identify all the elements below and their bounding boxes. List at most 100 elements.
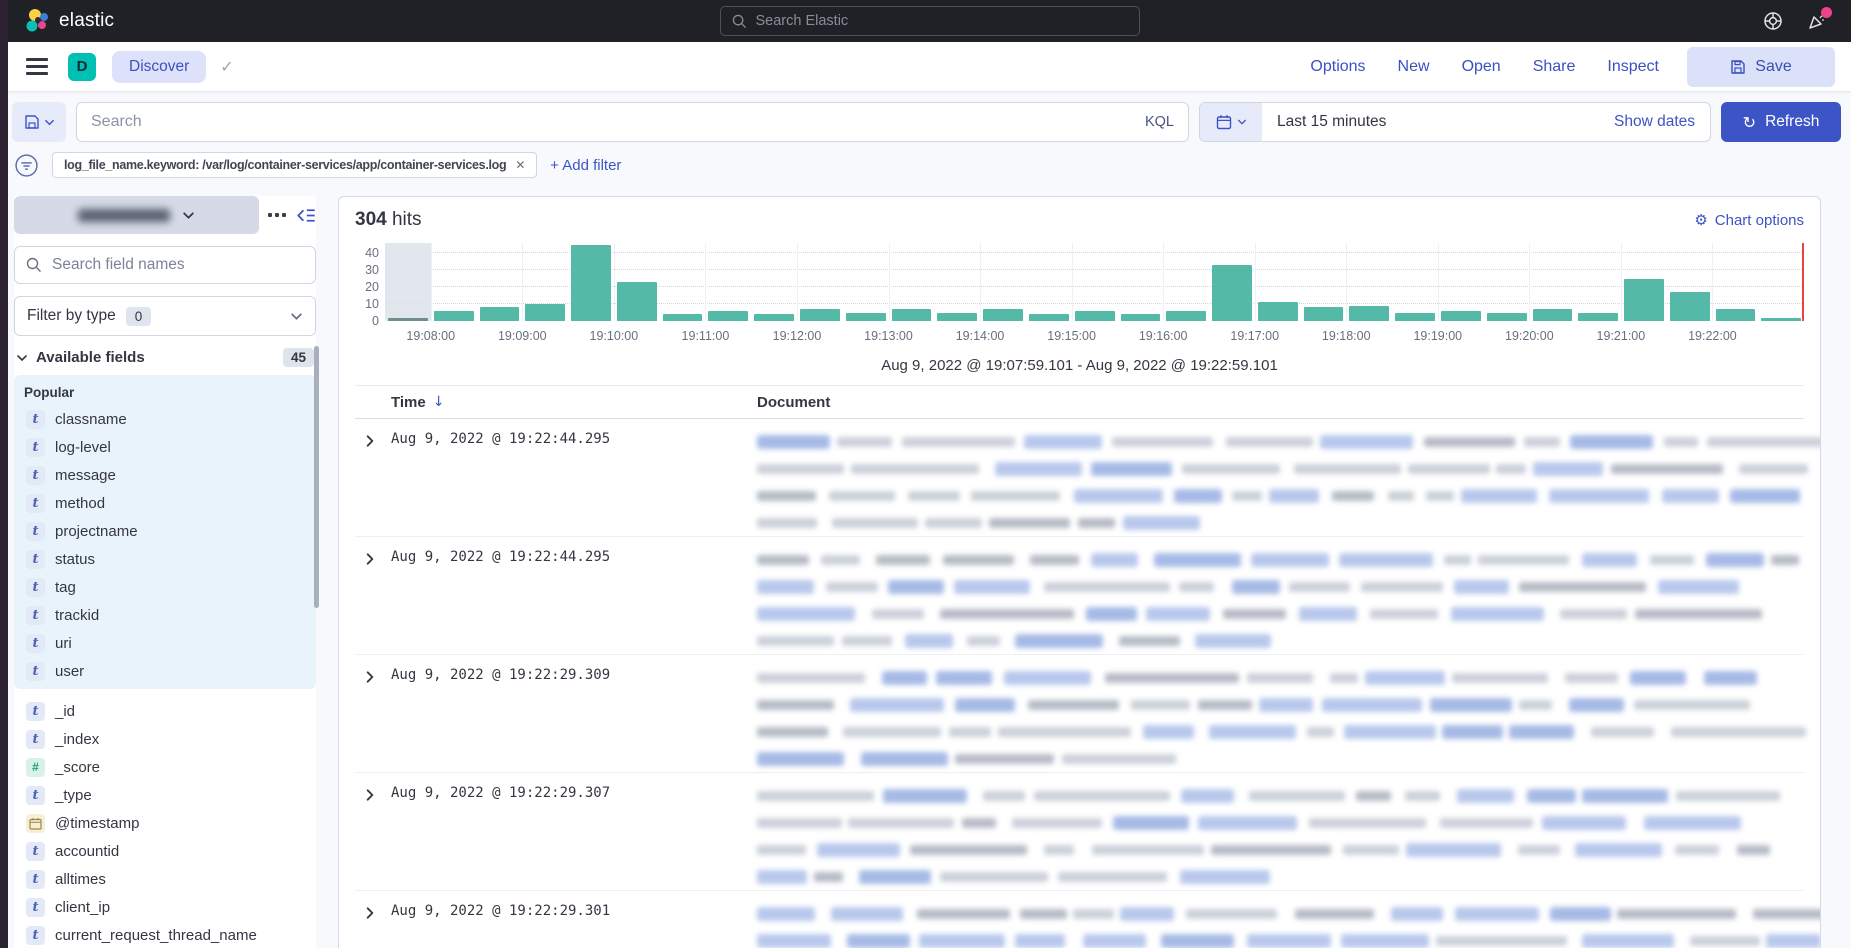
field-accountid[interactable]: taccountid — [24, 837, 306, 865]
histogram-bar — [1761, 318, 1801, 321]
field-tag[interactable]: ttag — [24, 573, 306, 601]
global-search-input[interactable]: Search Elastic — [720, 6, 1140, 36]
sort-descending-icon[interactable]: ↓ — [433, 394, 445, 410]
index-pattern-selector[interactable] — [14, 196, 259, 234]
saved-query-menu-button[interactable] — [12, 102, 66, 142]
menu-icon[interactable] — [26, 58, 48, 75]
field-_score[interactable]: #_score — [24, 753, 306, 781]
document-cell-redacted — [757, 664, 1821, 772]
breadcrumb[interactable]: Discover — [112, 51, 206, 83]
histogram-bar — [846, 313, 886, 321]
field-_type[interactable]: t_type — [24, 781, 306, 809]
date-field-icon — [26, 814, 45, 833]
histogram-bar — [1304, 307, 1344, 321]
histogram-bar-slot — [797, 243, 843, 321]
expand-row-icon[interactable] — [355, 428, 391, 448]
nav-link-inspect[interactable]: Inspect — [1607, 58, 1659, 76]
nav-link-options[interactable]: Options — [1310, 58, 1365, 76]
space-avatar[interactable]: D — [68, 53, 96, 81]
y-axis-tick: 40 — [355, 246, 379, 260]
histogram-bar — [571, 245, 611, 321]
save-button[interactable]: Save — [1687, 47, 1835, 87]
filter-by-type-count: 0 — [126, 307, 152, 326]
histogram-bar-slot — [1621, 243, 1667, 321]
date-picker-menu-button[interactable] — [1200, 103, 1262, 141]
histogram-bar-slot — [1072, 243, 1118, 321]
histogram-bar — [1258, 302, 1298, 321]
hits-count: 304 hits — [355, 209, 422, 231]
saved-query-icon — [24, 114, 40, 130]
available-fields-header[interactable]: Available fields 45 — [14, 348, 316, 367]
help-icon[interactable] — [1763, 11, 1783, 31]
filter-by-type-dropdown[interactable]: Filter by type 0 — [14, 296, 316, 336]
time-range-value[interactable]: Last 15 minutes — [1262, 113, 1401, 131]
collapse-sidebar-icon[interactable] — [295, 205, 316, 226]
histogram-bar-slot — [1713, 243, 1759, 321]
x-axis-tick: 19:11:00 — [682, 329, 730, 343]
x-axis-tick: 19:15:00 — [1047, 329, 1096, 343]
filter-pill-label: log_file_name.keyword: /var/log/containe… — [64, 158, 506, 172]
histogram-bar-slot — [705, 243, 751, 321]
refresh-button[interactable]: ↻ Refresh — [1721, 102, 1841, 142]
news-icon[interactable] — [1807, 11, 1827, 31]
x-axis-tick: 19:08:00 — [406, 329, 455, 343]
expand-row-icon[interactable] — [355, 782, 391, 802]
field-uri[interactable]: turi — [24, 629, 306, 657]
query-language-badge[interactable]: KQL — [1145, 114, 1174, 130]
histogram-bar — [1212, 265, 1252, 321]
histogram-bar-slot — [1392, 243, 1438, 321]
histogram-bar-slot — [431, 243, 477, 321]
add-filter-link[interactable]: + Add filter — [550, 157, 621, 174]
nav-link-new[interactable]: New — [1398, 58, 1430, 76]
string-field-icon: t — [26, 410, 45, 429]
field-client_ip[interactable]: tclient_ip — [24, 893, 306, 921]
string-field-icon: t — [26, 550, 45, 569]
time-column-header[interactable]: Time ↓ — [391, 394, 757, 411]
field-method[interactable]: tmethod — [24, 489, 306, 517]
field-name: _id — [55, 703, 75, 720]
field-trackid[interactable]: ttrackid — [24, 601, 306, 629]
filter-by-type-label: Filter by type — [27, 307, 116, 325]
filter-pill[interactable]: log_file_name.keyword: /var/log/containe… — [52, 152, 537, 178]
filter-menu-icon[interactable] — [14, 153, 39, 178]
time-range-end-marker — [1802, 243, 1804, 321]
field-classname[interactable]: tclassname — [24, 405, 306, 433]
expand-row-icon[interactable] — [355, 900, 391, 920]
query-input[interactable]: Search KQL — [76, 102, 1189, 142]
field-message[interactable]: tmessage — [24, 461, 306, 489]
histogram-bar-slot — [1575, 243, 1621, 321]
field-alltimes[interactable]: talltimes — [24, 865, 306, 893]
saved-check-icon: ✓ — [220, 57, 233, 76]
string-field-icon: t — [26, 634, 45, 653]
field-projectname[interactable]: tprojectname — [24, 517, 306, 545]
field-_id[interactable]: t_id — [24, 697, 306, 725]
expand-row-icon[interactable] — [355, 546, 391, 566]
elastic-logo[interactable]: elastic — [8, 8, 114, 34]
remove-filter-icon[interactable]: ✕ — [515, 158, 525, 172]
time-cell: Aug 9, 2022 @ 19:22:29.307 — [391, 782, 757, 801]
index-pattern-name-redacted — [78, 209, 170, 222]
field-status[interactable]: tstatus — [24, 545, 306, 573]
field-current_request_thread_name[interactable]: tcurrent_request_thread_name — [24, 921, 306, 948]
index-options-icon[interactable] — [268, 213, 286, 217]
y-axis-tick: 30 — [355, 263, 379, 277]
table-row: Aug 9, 2022 @ 19:22:29.301 — [355, 891, 1804, 948]
field-log-level[interactable]: tlog-level — [24, 433, 306, 461]
nav-link-open[interactable]: Open — [1462, 58, 1501, 76]
expand-row-icon[interactable] — [355, 664, 391, 684]
field-search-input[interactable]: Search field names — [14, 246, 316, 284]
field-_index[interactable]: t_index — [24, 725, 306, 753]
histogram-bar-slot — [1530, 243, 1576, 321]
chart-options-button[interactable]: ⚙ Chart options — [1694, 211, 1804, 229]
sidebar-scrollbar-thumb[interactable] — [314, 346, 319, 608]
string-field-icon: t — [26, 870, 45, 889]
field-@timestamp[interactable]: @timestamp — [24, 809, 306, 837]
field-user[interactable]: tuser — [24, 657, 306, 685]
show-dates-link[interactable]: Show dates — [1614, 113, 1710, 131]
histogram-bar-slot — [889, 243, 935, 321]
date-picker: Last 15 minutes Show dates — [1199, 102, 1711, 142]
field-name: accountid — [55, 843, 119, 860]
nav-link-share[interactable]: Share — [1533, 58, 1576, 76]
filter-bar: log_file_name.keyword: /var/log/containe… — [8, 150, 1851, 188]
histogram-bar — [1075, 311, 1115, 321]
